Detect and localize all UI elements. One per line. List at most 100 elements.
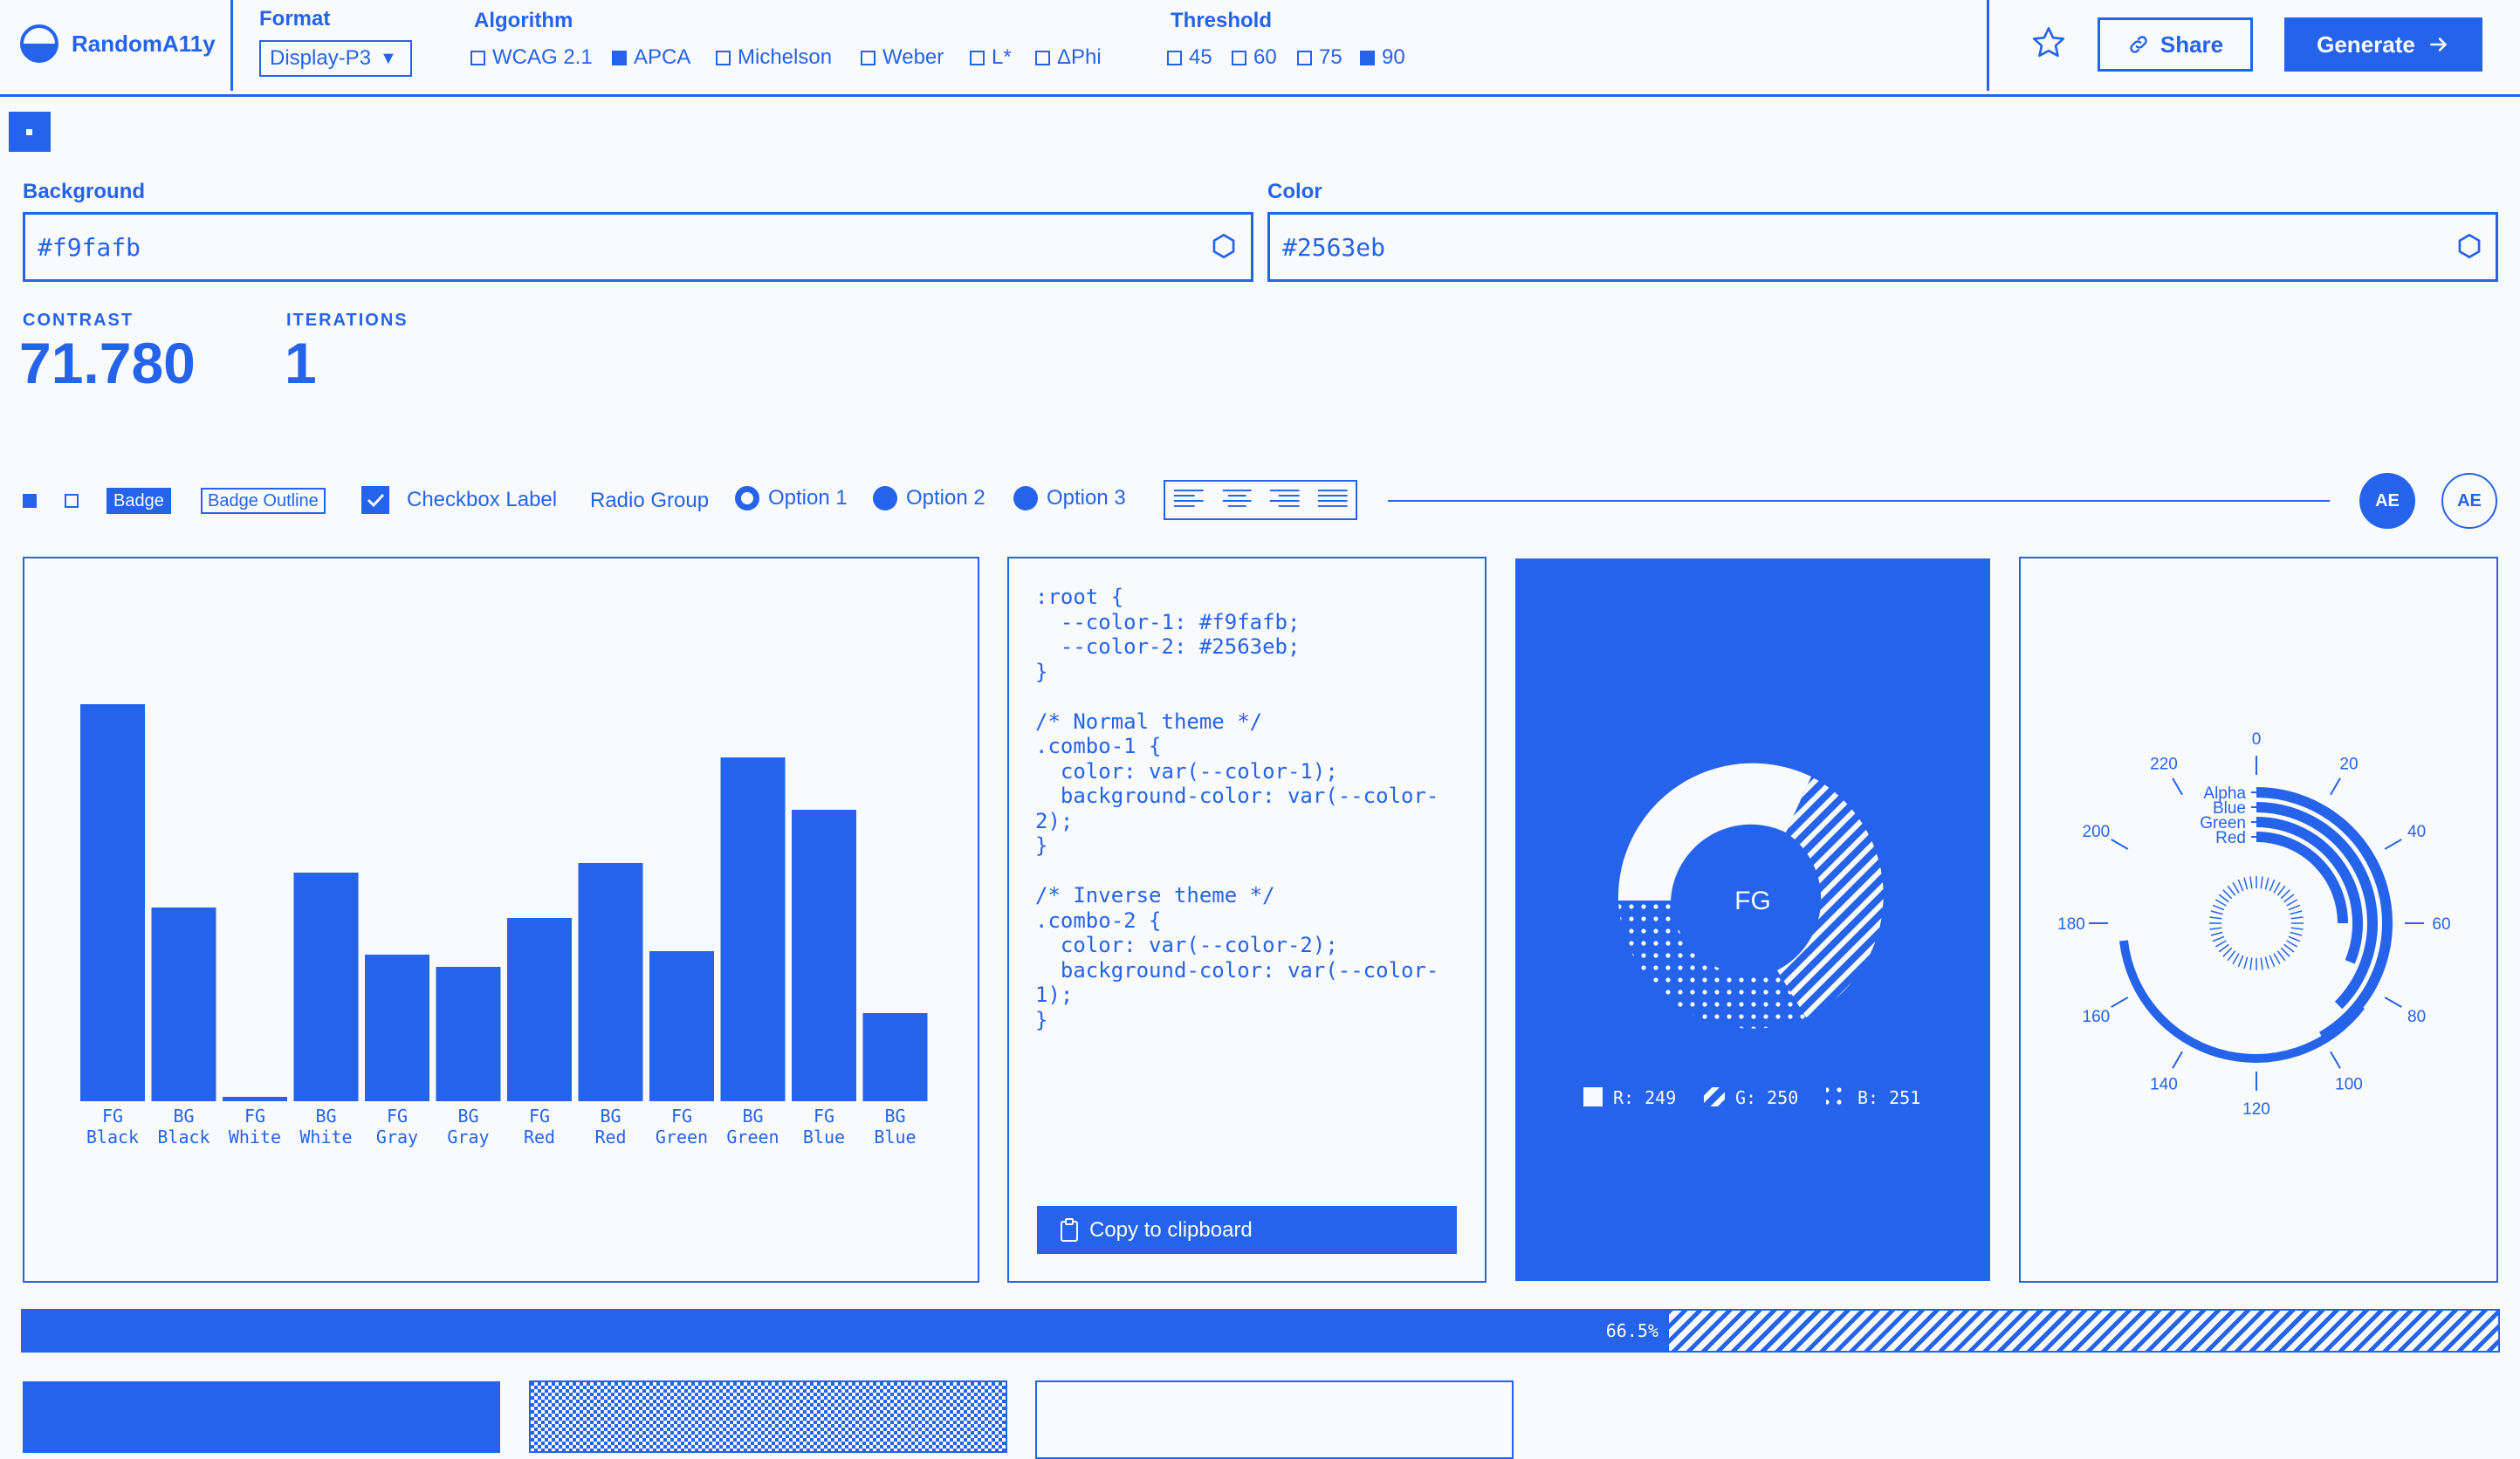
color-input[interactable]: #2563eb [1267,212,2498,282]
radial-inner-tick [2264,956,2269,969]
threshold-option-label: 45 [1189,45,1212,69]
background-input[interactable]: #f9fafb [23,212,1253,282]
chevron-down-icon: ▼ [380,48,397,68]
checkbox[interactable]: Checkbox Label [361,486,557,514]
bar-chart-panel: FG Black BG Black FG White BG White FG Gray BG Gray… [23,557,979,1283]
bar-category-label: FG Red [524,1106,555,1147]
algorithm-option-label: ΔPhi [1057,45,1102,69]
generate-button-label: Generate [2317,31,2415,58]
threshold-option-90[interactable]: 90 [1360,45,1405,70]
radial-tick [2111,839,2129,850]
radio-option-1[interactable]: Option 1 [735,486,848,510]
algorithm-label: Algorithm [474,9,573,32]
radial-inner-tick [2209,927,2222,930]
arrow-right-icon [2429,38,2447,51]
format-label: Format [259,7,331,31]
algorithm-option-wcag[interactable]: WCAG 2.1 [470,45,593,70]
algorithm-option-apca[interactable]: APCA [612,45,690,70]
avatar-initials: AE [2457,490,2482,510]
radial-inner-tick [2290,931,2303,936]
app-logo[interactable]: RandomA11y [19,24,216,64]
radial-tick [2330,1051,2341,1069]
radial-tick-label: 20 [2339,755,2358,773]
color-input-value: #2563eb [1282,232,1386,262]
radio-icon [1013,486,1038,510]
radial-inner-tick [2218,943,2229,953]
bar-chart: FG Black BG Black FG White BG White FG Gray BG Gray… [80,704,928,1147]
star-icon[interactable] [2030,24,2067,61]
app-title: RandomA11y [72,30,216,57]
legend-hatch-swatch [1704,1087,1725,1106]
hexagon-icon[interactable] [1210,232,1238,260]
bar-category-label: FG Black [86,1106,139,1147]
radio-option-label: Option 3 [1047,486,1126,510]
format-select-value: Display-P3 [270,46,372,70]
radial-inner-tick [2283,943,2295,953]
bar-fg-black [80,704,145,1101]
donut-segment-r [1617,763,1811,901]
css-code-block: :root { --color-1: #f9fafb; --color-2: #… [1035,585,1439,1032]
badge-label: Badge [113,490,164,510]
align-justify-icon[interactable] [1308,482,1356,517]
radio-selected-icon [735,486,759,510]
algorithm-option-label: WCAG 2.1 [492,45,593,69]
bar-category-label: FG Blue [803,1106,845,1147]
align-center-icon[interactable] [1213,482,1261,517]
algorithm-option-lstar[interactable]: L* [970,45,1012,70]
code-line: 1); [1035,983,1074,1007]
algorithm-option-weber[interactable]: Weber [861,45,944,70]
code-line: color: var(--color-1); [1035,758,1338,784]
bar-fg-green [649,951,714,1101]
algorithm-option-label: Michelson [738,45,833,69]
avatar[interactable]: AE [2359,473,2415,529]
align-left-icon[interactable] [1165,482,1213,517]
radial-inner-tick [2290,910,2303,915]
checkbox-checked-icon [361,486,389,514]
progress-fill: 66.5% [23,1311,1669,1351]
radial-tick-label: 140 [2150,1076,2178,1094]
radial-inner-tick [2260,876,2263,889]
format-select[interactable]: Display-P3 ▼ [259,40,412,77]
radio-option-3[interactable]: Option 3 [1013,486,1126,510]
copy-to-clipboard-button[interactable]: Copy to clipboard [1037,1206,1457,1254]
share-button[interactable]: Share [2098,17,2253,72]
threshold-option-label: 60 [1253,45,1277,69]
radial-tick-label: 220 [2150,755,2178,773]
radial-inner-tick [2214,899,2227,907]
radial-inner-tick [2286,940,2298,948]
checkbox-icon [861,50,875,65]
contrast-value: 71.780 [19,331,196,395]
avatar-outline[interactable]: AE [2441,473,2497,529]
legend-dot-swatch [1826,1087,1847,1106]
radial-tick [2172,1051,2183,1069]
algorithm-option-dphi[interactable]: ΔPhi [1035,45,1102,70]
code-line: 2); [1035,808,1074,833]
radial-series-label: Red [2215,829,2246,847]
radial-inner-tick [2290,916,2304,920]
color-swatch[interactable] [9,112,51,152]
generate-button[interactable]: Generate [2284,17,2482,72]
bar-fg-blue [792,810,856,1101]
radial-tick [2330,777,2341,796]
logo-icon [20,24,58,63]
bar-bg-gray [436,967,501,1101]
radio-icon [873,486,897,510]
radial-tick-label: 120 [2242,1100,2270,1119]
radial-inner-tick [2232,881,2240,894]
radial-tick-label: 60 [2432,915,2450,934]
threshold-option-75[interactable]: 75 [1297,45,1342,70]
radio-option-2[interactable]: Option 2 [873,486,985,510]
algorithm-option-michelson[interactable]: Michelson [716,45,832,70]
threshold-option-label: 90 [1382,45,1405,69]
radio-option-label: Option 2 [906,486,985,510]
code-line: --color-2: #2563eb; [1035,634,1301,659]
threshold-option-60[interactable]: 60 [1232,45,1277,70]
hexagon-icon[interactable] [2455,232,2483,260]
radial-tick-label: 80 [2407,1008,2426,1026]
threshold-option-45[interactable]: 45 [1167,45,1212,70]
threshold-option-label: 75 [1319,45,1342,69]
header-divider [1987,0,1989,91]
radial-tick-label: 160 [2083,1008,2111,1026]
badge-outline: Badge Outline [201,488,326,514]
align-right-icon[interactable] [1260,482,1308,517]
